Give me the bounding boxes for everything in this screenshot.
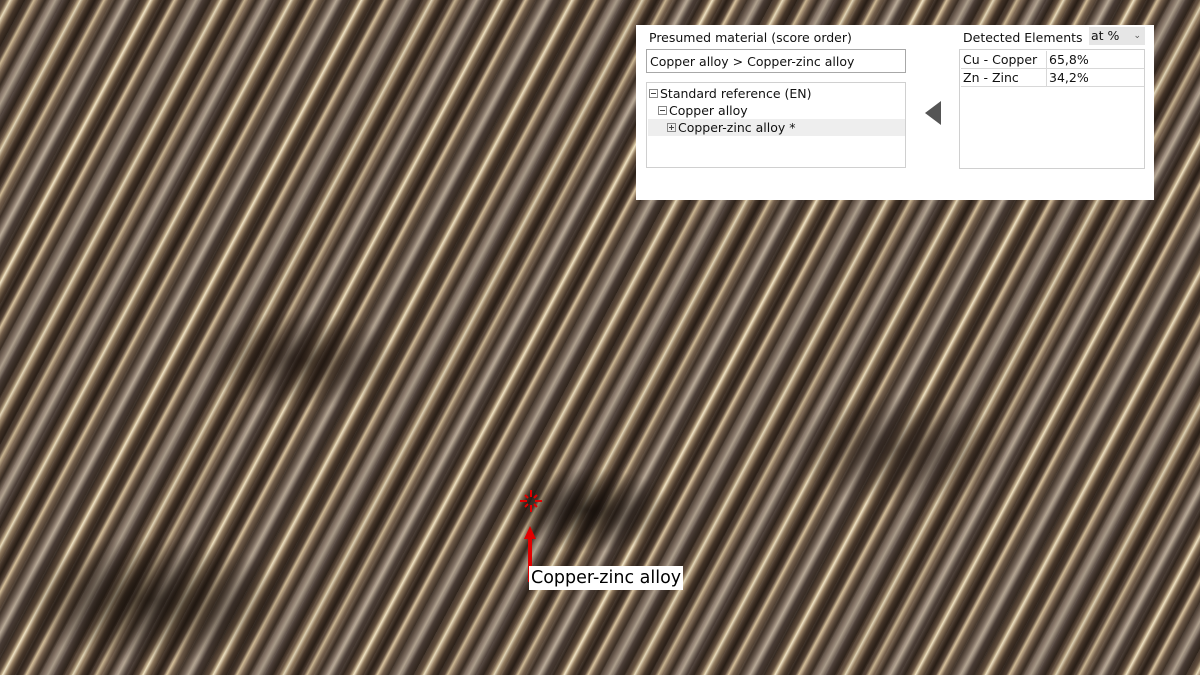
chevron-down-icon: ⌄: [1133, 31, 1141, 41]
element-name: Zn - Zinc: [963, 69, 1047, 86]
expand-toggle-icon[interactable]: [667, 123, 676, 132]
collapse-toggle-icon[interactable]: [649, 89, 658, 98]
presumed-material-field[interactable]: Copper alloy > Copper-zinc alloy: [646, 49, 906, 73]
crosshair-marker-icon[interactable]: [519, 489, 543, 513]
collapse-toggle-icon[interactable]: [658, 106, 667, 115]
detected-elements-heading: Detected Elements: [963, 30, 1083, 45]
element-row[interactable]: Zn - Zinc 34,2%: [961, 69, 1144, 87]
tree-node-label: Copper alloy: [669, 103, 748, 118]
analysis-panel: Presumed material (score order) Copper a…: [636, 25, 1154, 200]
detected-elements-table: Cu - Copper 65,8% Zn - Zinc 34,2%: [959, 49, 1145, 169]
tree-node-copper-zinc-alloy[interactable]: Copper-zinc alloy *: [648, 119, 905, 136]
standard-reference-tree[interactable]: Standard reference (EN) Copper alloy Cop…: [646, 82, 906, 168]
element-value: 34,2%: [1049, 70, 1089, 85]
material-annotation-label[interactable]: Copper-zinc alloy: [529, 566, 684, 590]
unit-dropdown[interactable]: at % ⌄: [1089, 27, 1145, 45]
presumed-material-heading: Presumed material (score order): [649, 30, 852, 45]
tree-node-label: Standard reference (EN): [660, 86, 812, 101]
tree-node-standard-reference[interactable]: Standard reference (EN): [649, 85, 812, 102]
element-row[interactable]: Cu - Copper 65,8%: [961, 51, 1144, 69]
collapse-panel-arrow-icon[interactable]: [925, 101, 941, 125]
tree-node-copper-alloy[interactable]: Copper alloy: [658, 102, 748, 119]
element-name: Cu - Copper: [963, 51, 1047, 68]
tree-node-label: Copper-zinc alloy *: [678, 120, 796, 135]
element-value: 65,8%: [1049, 52, 1089, 67]
unit-dropdown-value: at %: [1091, 28, 1120, 43]
